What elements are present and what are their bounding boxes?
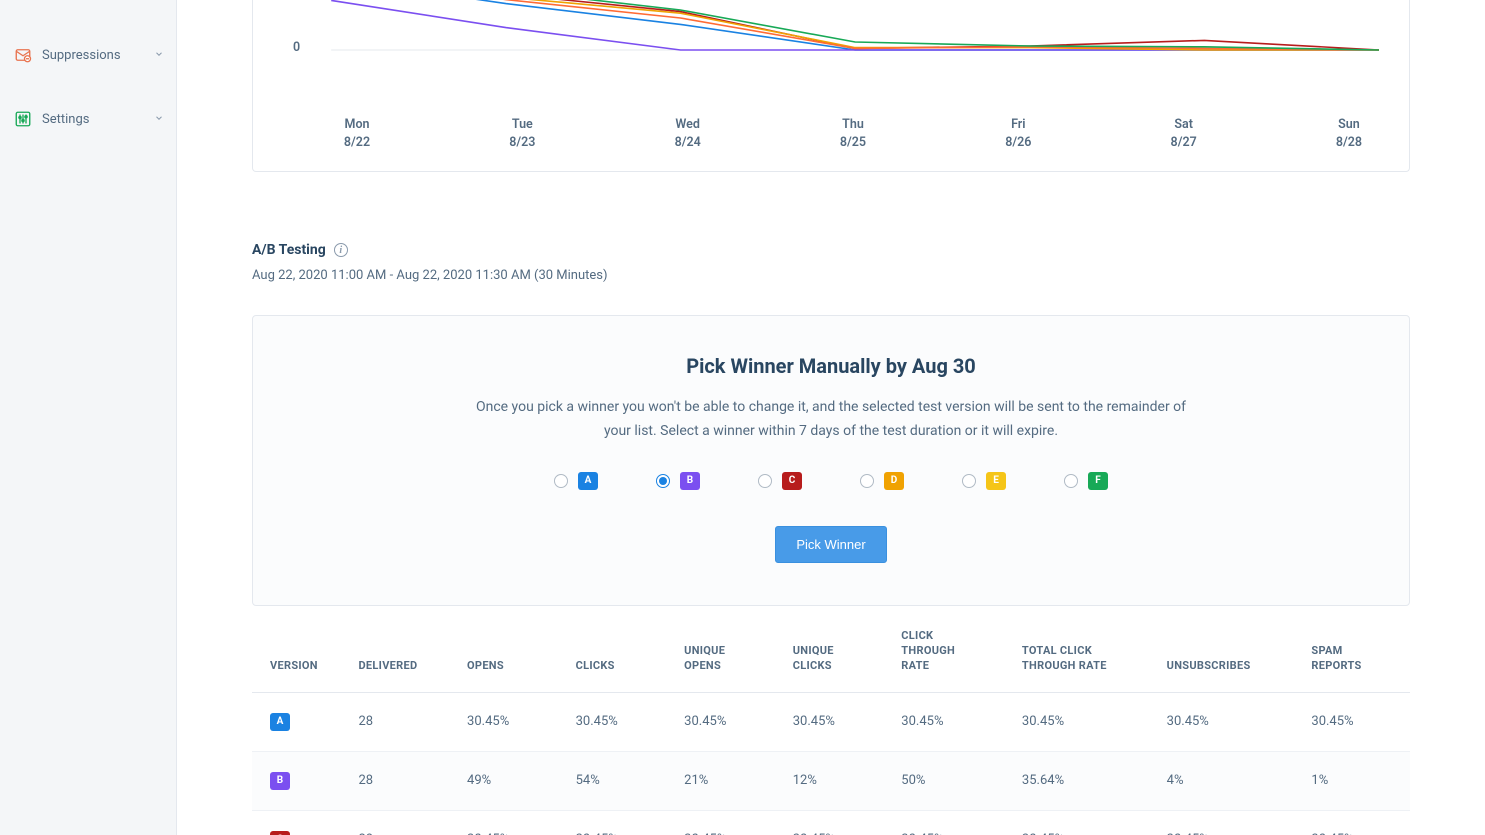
table-cell: 35.64%: [1012, 751, 1157, 810]
sidebar-item-label: Settings: [42, 112, 89, 127]
table-header: UNSUBSCRIBES: [1157, 606, 1302, 693]
version-badge: E: [986, 472, 1006, 490]
sidebar: Suppressions Settings: [0, 0, 177, 835]
sidebar-item-label: Suppressions: [42, 48, 121, 63]
pick-winner-button[interactable]: Pick Winner: [775, 526, 886, 563]
chart-x-label: Sun8/28: [1319, 116, 1379, 151]
chart-x-label: Thu8/25: [823, 116, 883, 151]
winner-option-c[interactable]: C: [758, 472, 802, 490]
table-cell: 30.45%: [674, 692, 783, 751]
winner-description: Once you pick a winner you won't be able…: [471, 396, 1191, 444]
table-cell: 30.45%: [457, 692, 566, 751]
version-badge: C: [270, 831, 290, 835]
version-badge: C: [782, 472, 802, 490]
table-cell: 28: [348, 692, 457, 751]
table-header: CLICKS: [566, 606, 675, 693]
chart-x-label: Wed8/24: [658, 116, 718, 151]
table-cell: 30.45%: [1301, 810, 1410, 835]
table-header-row: VERSIONDELIVEREDOPENSCLICKSUNIQUEOPENSUN…: [252, 606, 1410, 693]
sidebar-item-settings[interactable]: Settings: [0, 96, 176, 142]
chevron-down-icon: [154, 48, 164, 63]
version-badge: A: [270, 713, 290, 731]
table-cell-version: B: [252, 751, 348, 810]
radio-input[interactable]: [962, 474, 976, 488]
radio-input[interactable]: [554, 474, 568, 488]
table-cell: 30.45%: [783, 810, 892, 835]
table-cell: 30.45%: [1157, 692, 1302, 751]
table-cell: 28: [348, 810, 457, 835]
table-header: DELIVERED: [348, 606, 457, 693]
section-title: A/B Testing: [252, 242, 326, 258]
table-header: UNIQUECLICKS: [783, 606, 892, 693]
table-cell: 1%: [1301, 751, 1410, 810]
table-header: SPAMREPORTS: [1301, 606, 1410, 693]
radio-input[interactable]: [1064, 474, 1078, 488]
table-cell: 30.45%: [1157, 810, 1302, 835]
table-header: OPENS: [457, 606, 566, 693]
line-chart: [283, 0, 1379, 110]
table-cell: 30.45%: [1301, 692, 1410, 751]
winner-panel: Pick Winner Manually by Aug 30 Once you …: [252, 315, 1410, 606]
table-header: CLICKTHROUGHRATE: [891, 606, 1012, 693]
table-cell-version: A: [252, 692, 348, 751]
table-cell: 12%: [783, 751, 892, 810]
table-cell: 54%: [566, 751, 675, 810]
chevron-down-icon: [154, 112, 164, 127]
winner-option-b[interactable]: B: [656, 472, 700, 490]
chart-x-label: Sat8/27: [1154, 116, 1214, 151]
table-header: UNIQUEOPENS: [674, 606, 783, 693]
table-cell: 49%: [457, 751, 566, 810]
table-cell: 30.45%: [674, 810, 783, 835]
table-row: C2830.45%30.45%30.45%30.45%30.45%30.45%3…: [252, 810, 1410, 835]
table-cell: 30.45%: [1012, 810, 1157, 835]
chart-x-label: Mon8/22: [327, 116, 387, 151]
winner-title: Pick Winner Manually by Aug 30: [283, 354, 1379, 378]
settings-icon: [14, 110, 32, 128]
ab-results-table: VERSIONDELIVEREDOPENSCLICKSUNIQUEOPENSUN…: [252, 606, 1410, 835]
table-cell: 21%: [674, 751, 783, 810]
chart-y-tick: 0: [293, 40, 300, 55]
chart-x-label: Tue8/23: [492, 116, 552, 151]
table-cell: 50%: [891, 751, 1012, 810]
winner-option-a[interactable]: A: [554, 472, 598, 490]
info-icon[interactable]: i: [334, 243, 348, 257]
table-body: A2830.45%30.45%30.45%30.45%30.45%30.45%3…: [252, 692, 1410, 835]
version-badge: B: [270, 772, 290, 790]
sidebar-item-suppressions[interactable]: Suppressions: [0, 32, 176, 78]
table-cell: 30.45%: [566, 810, 675, 835]
table-cell: 30.45%: [566, 692, 675, 751]
table-header: VERSION: [252, 606, 348, 693]
table-row: A2830.45%30.45%30.45%30.45%30.45%30.45%3…: [252, 692, 1410, 751]
table-cell: 4%: [1157, 751, 1302, 810]
version-badge: D: [884, 472, 904, 490]
version-badge: F: [1088, 472, 1108, 490]
table-cell: 30.45%: [891, 692, 1012, 751]
winner-option-e[interactable]: E: [962, 472, 1006, 490]
chart-x-axis: Mon8/22 Tue8/23 Wed8/24 Thu8/25 Fri8/26 Sat8/…: [283, 116, 1379, 151]
winner-option-d[interactable]: D: [860, 472, 904, 490]
radio-input[interactable]: [656, 474, 670, 488]
section-subtitle: Aug 22, 2020 11:00 AM - Aug 22, 2020 11:…: [252, 268, 1410, 283]
radio-input[interactable]: [860, 474, 874, 488]
table-cell: 30.45%: [1012, 692, 1157, 751]
winner-option-f[interactable]: F: [1064, 472, 1108, 490]
table-cell: 30.45%: [891, 810, 1012, 835]
ab-testing-header: A/B Testing i Aug 22, 2020 11:00 AM - Au…: [252, 242, 1410, 283]
table-cell: 30.45%: [783, 692, 892, 751]
winner-radio-row: A B C D E F: [283, 472, 1379, 490]
table-header: TOTAL CLICKTHROUGH RATE: [1012, 606, 1157, 693]
chart-x-label: Fri8/26: [988, 116, 1048, 151]
table-row: B 2849%54%21%12%50%35.64%4%1%: [252, 751, 1410, 810]
version-badge: A: [578, 472, 598, 490]
table-cell: 30.45%: [457, 810, 566, 835]
table-cell: 28: [348, 751, 457, 810]
version-badge: B: [680, 472, 700, 490]
table-cell-version: C: [252, 810, 348, 835]
suppressions-icon: [14, 46, 32, 64]
chart-container: 0 Mon8/22 Tue8/23 Wed8/24 Thu8/25 Fri8/26 Sat…: [252, 0, 1410, 172]
radio-input[interactable]: [758, 474, 772, 488]
